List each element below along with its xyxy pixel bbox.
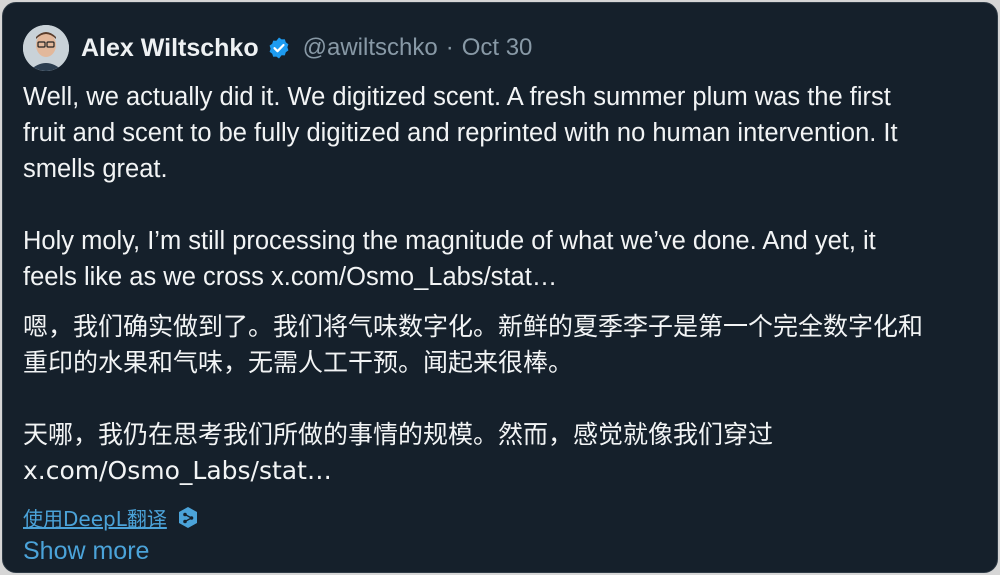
tweet-line-prefix: feels like as we cross: [23, 263, 272, 291]
tweet-link[interactable]: x.com/Osmo_Labs/stat…: [271, 263, 557, 291]
tweet-line: feels like as we cross x.com/Osmo_Labs/s…: [23, 259, 983, 295]
tweet-line: fruit and scent to be fully digitized an…: [23, 119, 898, 147]
tweet-line: smells great.: [23, 155, 168, 183]
translation-link[interactable]: x.com/Osmo_Labs/stat…: [23, 453, 983, 489]
tweet-card[interactable]: Alex Wiltschko @awiltschko · Oct 30 Well, …: [2, 2, 998, 573]
show-more-link[interactable]: Show more: [23, 537, 149, 566]
translation-line: 嗯，我们确实做到了。我们将气味数字化。新鲜的夏季李子是第一个完全数字化和: [23, 312, 924, 341]
verified-badge-icon: [269, 37, 289, 59]
deepl-translate-link[interactable]: 使用DeepL翻译: [23, 503, 167, 532]
tweet-line: Well, we actually did it. We digitized s…: [23, 83, 891, 111]
tweet-header: Alex Wiltschko @awiltschko · Oct 30: [23, 25, 532, 71]
avatar[interactable]: [23, 25, 69, 71]
author-name[interactable]: Alex Wiltschko: [81, 34, 259, 63]
translated-text: 嗯，我们确实做到了。我们将气味数字化。新鲜的夏季李子是第一个完全数字化和 重印的…: [23, 309, 983, 489]
tweet-line: Holy moly, I’m still processing the magn…: [23, 227, 876, 255]
tweet-date[interactable]: Oct 30: [462, 34, 533, 61]
translation-line: 重印的水果和气味，无需人工干预。闻起来很棒。: [23, 348, 574, 377]
translation-line: 天哪，我仍在思考我们所做的事情的规模。然而，感觉就像我们穿过: [23, 420, 774, 449]
tweet-meta: @awiltschko · Oct 30: [303, 34, 533, 62]
tweet-text: Well, we actually did it. We digitized s…: [23, 79, 983, 295]
translate-row: 使用DeepL翻译: [23, 503, 199, 532]
deepl-icon[interactable]: [177, 506, 199, 530]
handle[interactable]: @awiltschko: [303, 34, 438, 61]
meta-separator: ·: [445, 34, 454, 61]
